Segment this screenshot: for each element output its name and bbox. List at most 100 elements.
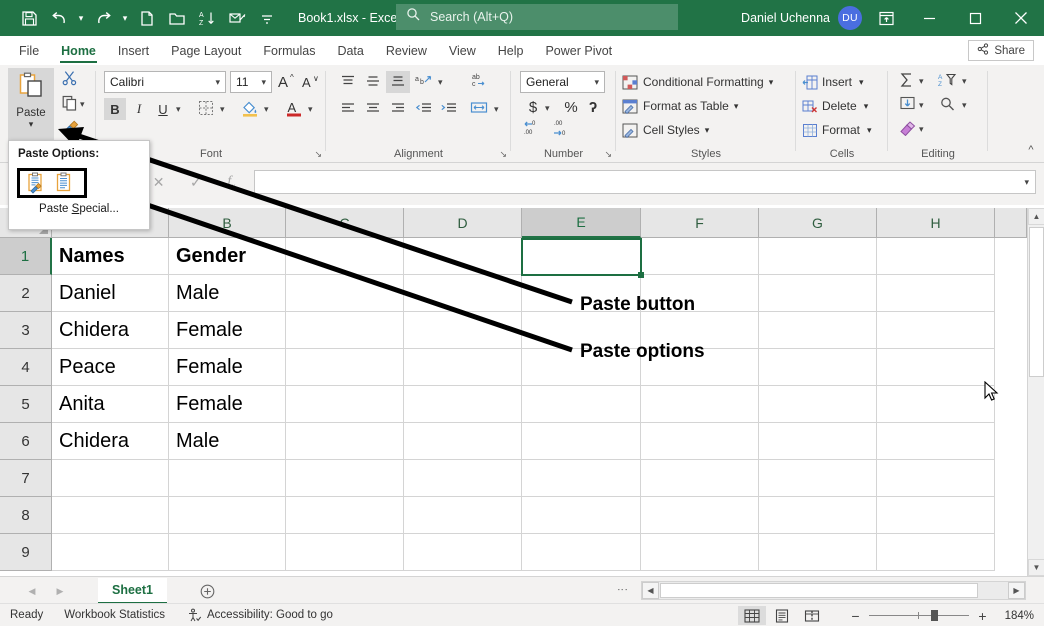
- cell-c2[interactable]: [286, 275, 404, 312]
- cell-a9[interactable]: [52, 534, 169, 571]
- align-center-button[interactable]: [361, 98, 385, 120]
- increase-decimal-button[interactable]: 0.00: [521, 119, 547, 139]
- cell-f8[interactable]: [641, 497, 759, 534]
- cell-d3[interactable]: [404, 312, 522, 349]
- avatar[interactable]: DU: [838, 6, 862, 30]
- paste-dropdown-icon[interactable]: ▾: [29, 119, 34, 129]
- fill-color-button[interactable]: [238, 98, 262, 120]
- add-sheet-icon[interactable]: [196, 581, 218, 601]
- underline-button[interactable]: U: [152, 98, 174, 120]
- cell-h4[interactable]: [877, 349, 995, 386]
- cell-b3[interactable]: Female: [169, 312, 286, 349]
- fill-handle[interactable]: [638, 272, 644, 278]
- scroll-down-button[interactable]: ▼: [1028, 559, 1044, 576]
- currency-button[interactable]: $: [523, 97, 543, 117]
- row-header-9[interactable]: 9: [0, 534, 52, 571]
- tab-power-pivot[interactable]: Power Pivot: [534, 36, 623, 65]
- align-middle-button[interactable]: [361, 71, 385, 93]
- font-color-button[interactable]: A: [282, 98, 306, 120]
- cell-d7[interactable]: [404, 460, 522, 497]
- customize-qat-icon[interactable]: [252, 4, 282, 32]
- percent-button[interactable]: %: [561, 97, 581, 117]
- vertical-scrollbar[interactable]: ▲ ▼: [1027, 208, 1044, 576]
- paste-options-menu[interactable]: Paste Options: Paste Specia: [8, 140, 150, 230]
- cell-g3[interactable]: [759, 312, 877, 349]
- zoom-level[interactable]: 184%: [996, 610, 1034, 622]
- cell-c7[interactable]: [286, 460, 404, 497]
- cell-f1[interactable]: [641, 238, 759, 275]
- tab-formulas[interactable]: Formulas: [252, 36, 326, 65]
- zoom-control[interactable]: − + 184%: [849, 604, 1034, 626]
- shrink-font-button[interactable]: A∨: [300, 71, 322, 93]
- chevron-down-icon[interactable]: ▾: [705, 125, 710, 136]
- cell-a5[interactable]: Anita: [52, 386, 169, 423]
- cell-g8[interactable]: [759, 497, 877, 534]
- format-cells-button[interactable]: Format ▾: [802, 119, 872, 141]
- undo-dropdown-icon[interactable]: ▾: [74, 4, 88, 32]
- cell-b9[interactable]: [169, 534, 286, 571]
- cell-g6[interactable]: [759, 423, 877, 460]
- find-and-select-button[interactable]: [936, 94, 960, 116]
- currency-dropdown-icon[interactable]: ▾: [545, 103, 550, 114]
- font-dialog-launcher[interactable]: ↘: [314, 149, 322, 160]
- cell-a4[interactable]: Peace: [52, 349, 169, 386]
- cell-a8[interactable]: [52, 497, 169, 534]
- delete-cells-button[interactable]: Delete ▾: [802, 95, 868, 117]
- cell-e8[interactable]: [522, 497, 641, 534]
- chevron-down-icon[interactable]: ▾: [769, 77, 774, 88]
- find-select-dropdown-icon[interactable]: ▾: [962, 100, 967, 111]
- chevron-down-icon[interactable]: ▾: [864, 101, 869, 112]
- cell-a3[interactable]: Chidera: [52, 312, 169, 349]
- cell-d6[interactable]: [404, 423, 522, 460]
- minimize-button[interactable]: [906, 0, 952, 36]
- cell-c3[interactable]: [286, 312, 404, 349]
- cell-e5[interactable]: [522, 386, 641, 423]
- cell-h6[interactable]: [877, 423, 995, 460]
- underline-dropdown-icon[interactable]: ▾: [176, 104, 181, 115]
- cell-d2[interactable]: [404, 275, 522, 312]
- align-top-button[interactable]: [336, 71, 360, 93]
- fill-button[interactable]: [896, 94, 918, 116]
- redo-dropdown-icon[interactable]: ▾: [118, 4, 132, 32]
- chevron-down-icon[interactable]: ▾: [734, 101, 739, 112]
- column-header-f[interactable]: F: [641, 208, 759, 238]
- autosum-dropdown-icon[interactable]: ▾: [919, 76, 924, 87]
- enter-icon[interactable]: ✓: [190, 174, 202, 191]
- share-button[interactable]: Share: [968, 40, 1034, 61]
- orientation-dropdown-icon[interactable]: ▾: [438, 77, 443, 88]
- accessibility-status[interactable]: Accessibility: Good to go: [207, 609, 333, 621]
- sheet-tab-sheet1[interactable]: Sheet1: [98, 578, 167, 604]
- chevron-down-icon[interactable]: ▾: [215, 77, 225, 88]
- cell-c6[interactable]: [286, 423, 404, 460]
- cell-c1[interactable]: [286, 238, 404, 275]
- formula-input[interactable]: ▾: [254, 170, 1036, 194]
- column-header-d[interactable]: D: [404, 208, 522, 238]
- zoom-in-button[interactable]: +: [976, 608, 989, 624]
- cell-b5[interactable]: Female: [169, 386, 286, 423]
- account-area[interactable]: Daniel Uchenna DU: [741, 0, 862, 36]
- cell-h9[interactable]: [877, 534, 995, 571]
- chevron-down-icon[interactable]: ▾: [261, 77, 271, 88]
- borders-dropdown-icon[interactable]: ▾: [220, 104, 225, 115]
- new-icon[interactable]: [132, 4, 162, 32]
- cell-c4[interactable]: [286, 349, 404, 386]
- borders-button[interactable]: [194, 98, 218, 120]
- undo-icon[interactable]: [44, 4, 74, 32]
- worksheet-grid[interactable]: A B C D E F G H 1 2 3 4 5 6 7 8 9 Names …: [0, 208, 1044, 576]
- tab-insert[interactable]: Insert: [107, 36, 160, 65]
- cell-a2[interactable]: Daniel: [52, 275, 169, 312]
- zoom-out-button[interactable]: −: [849, 608, 862, 624]
- row-header-3[interactable]: 3: [0, 312, 52, 349]
- cell-h7[interactable]: [877, 460, 995, 497]
- workbook-statistics-button[interactable]: Workbook Statistics: [64, 609, 165, 621]
- normal-view-icon[interactable]: [738, 606, 766, 625]
- email-icon[interactable]: [222, 4, 252, 32]
- paste-formatting-icon[interactable]: [24, 171, 48, 195]
- close-button[interactable]: [998, 0, 1044, 36]
- open-icon[interactable]: [162, 4, 192, 32]
- cell-e1[interactable]: [522, 238, 641, 275]
- cancel-icon[interactable]: ✕: [153, 174, 165, 191]
- copy-button[interactable]: [58, 94, 82, 116]
- cell-b7[interactable]: [169, 460, 286, 497]
- cell-h2[interactable]: [877, 275, 995, 312]
